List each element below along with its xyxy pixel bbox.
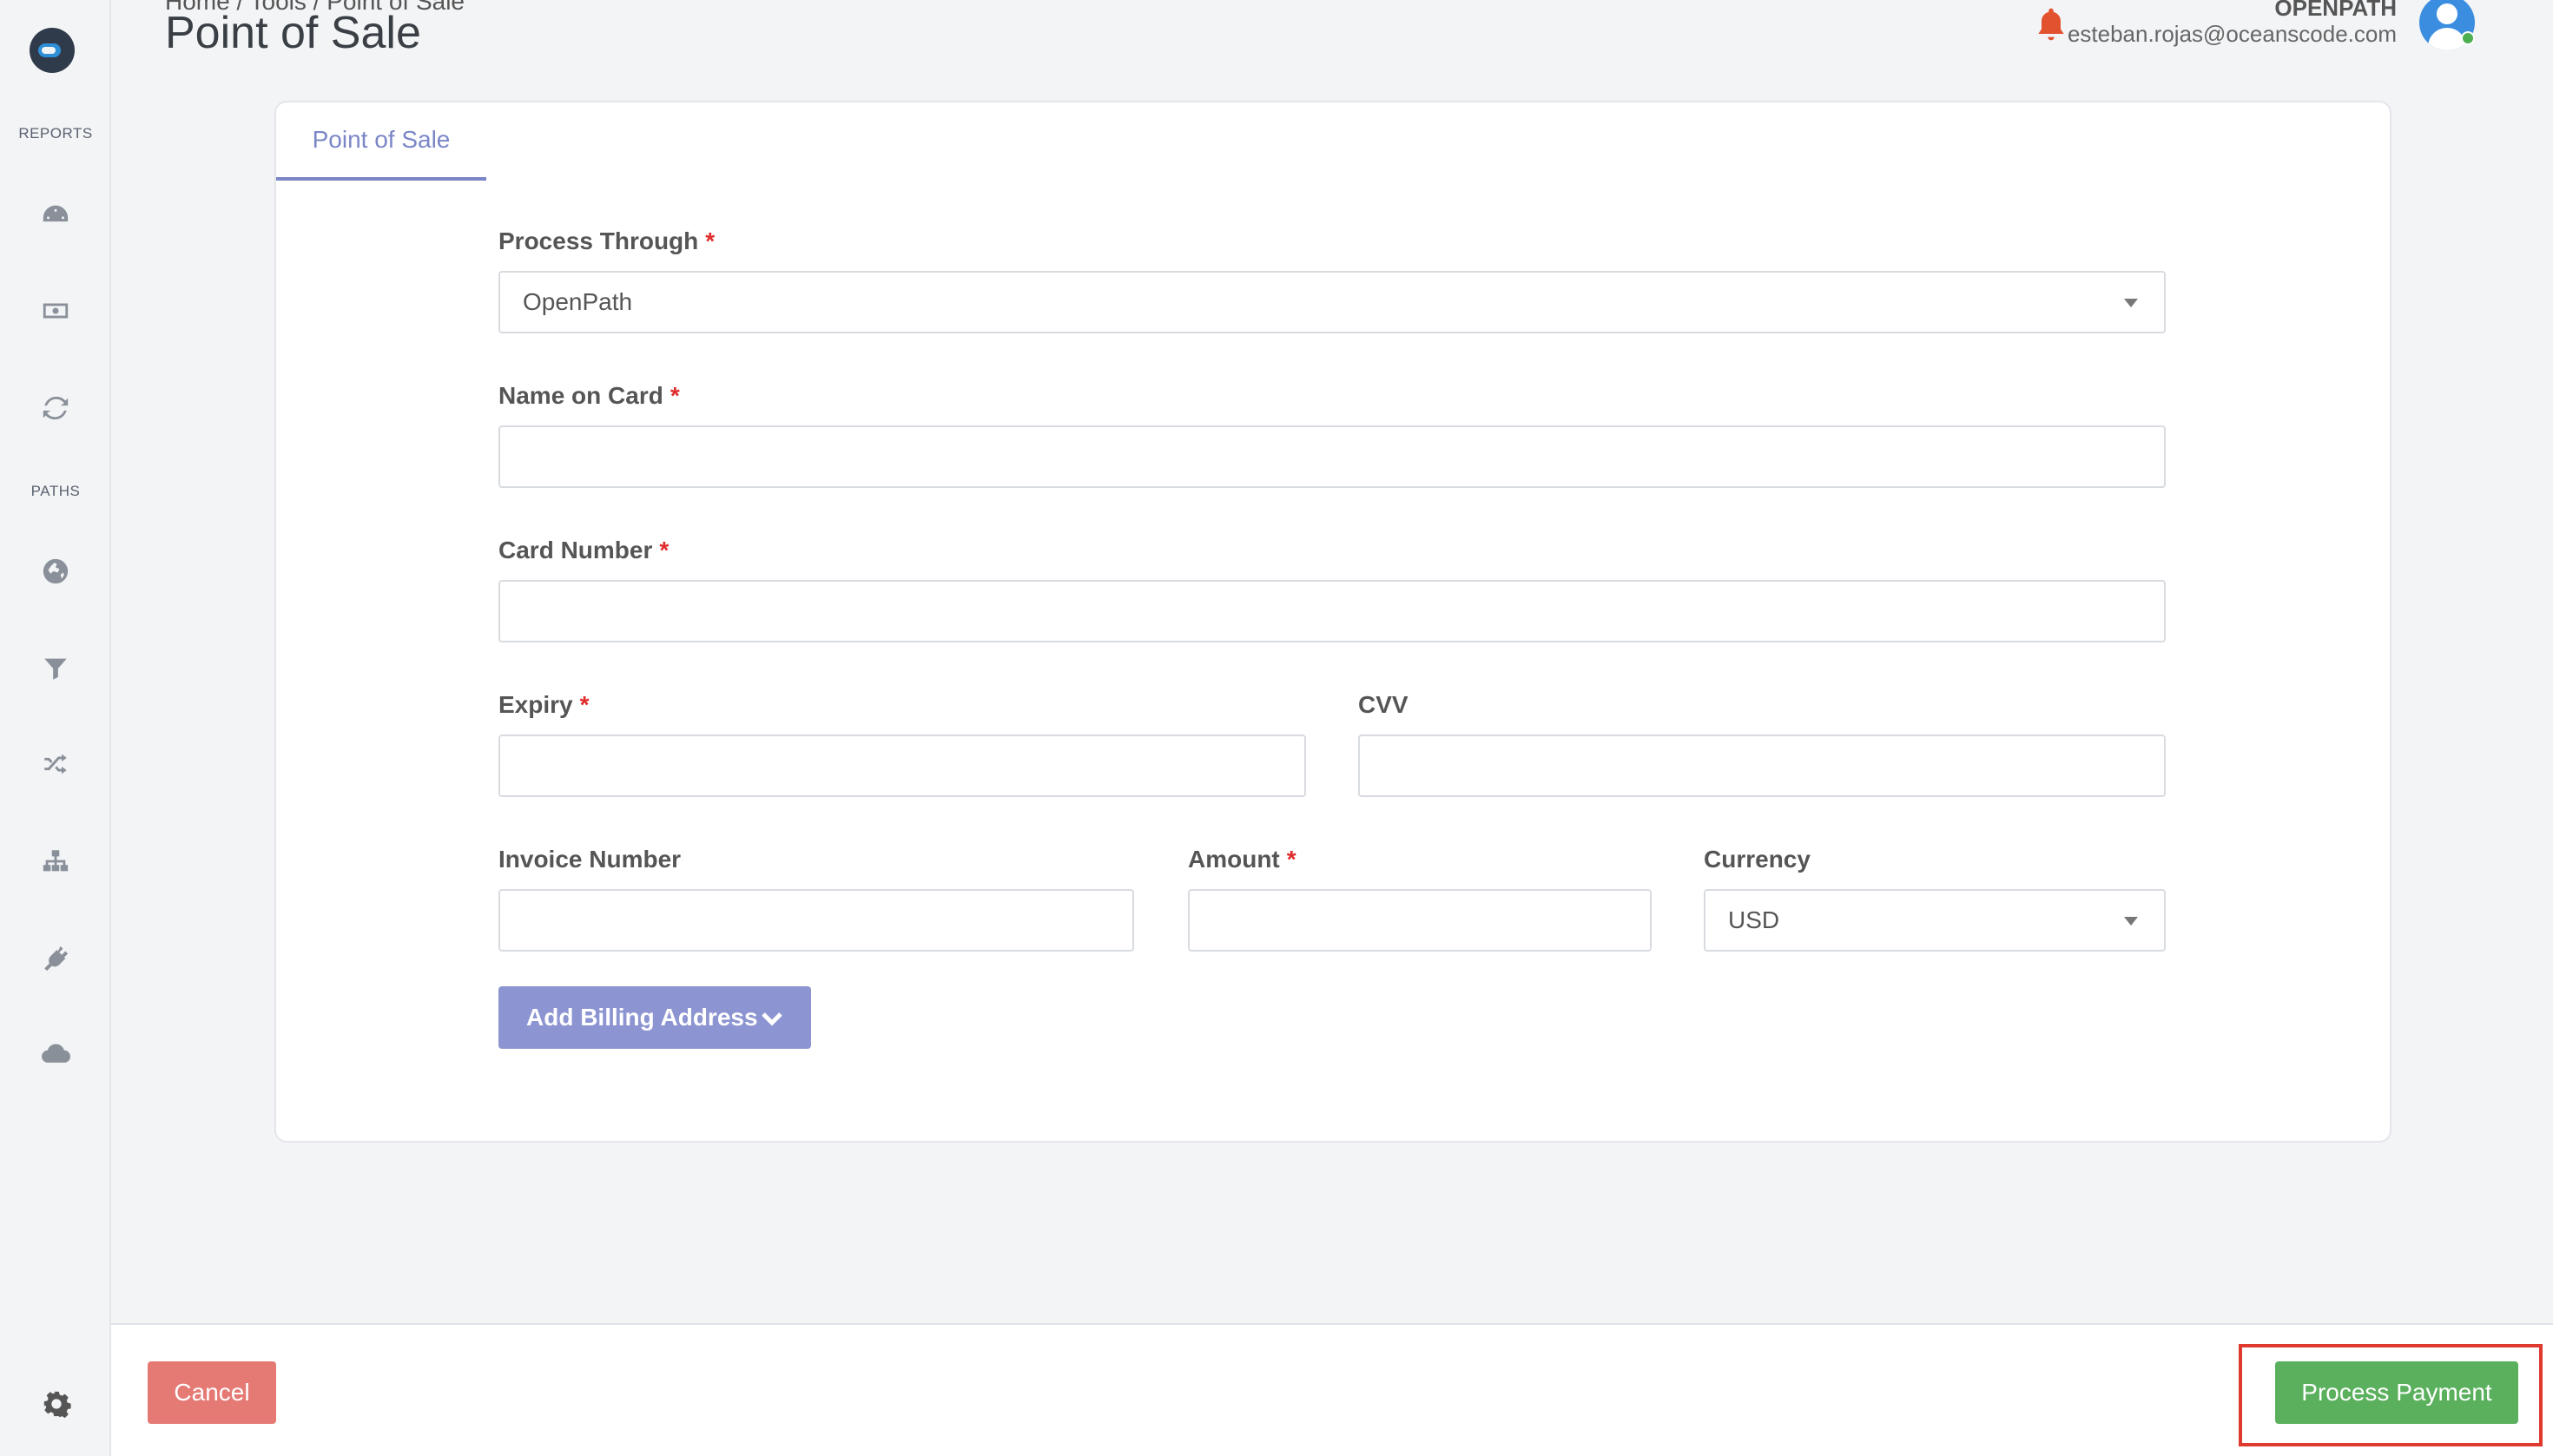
name-on-card-label-text: Name on Card xyxy=(498,382,663,409)
process-through-select[interactable]: OpenPath xyxy=(498,271,2166,333)
dashboard-icon[interactable] xyxy=(35,194,76,236)
chevron-down-icon xyxy=(2124,299,2138,307)
name-on-card-label: Name on Card * xyxy=(498,382,680,410)
add-billing-address-button[interactable]: Add Billing Address xyxy=(498,986,811,1049)
process-payment-button[interactable]: Process Payment xyxy=(2275,1361,2518,1424)
currency-value: USD xyxy=(1728,906,1780,933)
add-billing-address-label: Add Billing Address xyxy=(526,1004,758,1031)
sidebar: REPORTS PATHS xyxy=(0,0,111,1456)
online-status-indicator xyxy=(2461,31,2475,45)
amount-label: Amount * xyxy=(1188,846,1296,873)
chevron-down-icon xyxy=(762,1012,782,1026)
cvv-input[interactable] xyxy=(1358,735,2166,797)
process-through-label-text: Process Through xyxy=(498,227,699,254)
shuffle-icon[interactable] xyxy=(35,743,76,785)
expiry-label: Expiry * xyxy=(498,691,590,719)
sidebar-section-reports: REPORTS xyxy=(18,125,93,142)
required-marker: * xyxy=(670,382,680,409)
currency-label: Currency xyxy=(1704,846,1811,873)
globe-icon[interactable] xyxy=(35,550,76,592)
user-organization: OPENPATH xyxy=(2274,0,2397,21)
chevron-down-icon xyxy=(2124,917,2138,926)
currency-label-text: Currency xyxy=(1704,846,1811,873)
amount-label-text: Amount xyxy=(1188,846,1280,873)
settings-gear-icon[interactable] xyxy=(42,1389,71,1419)
currency-select[interactable]: USD xyxy=(1704,889,2166,952)
required-marker: * xyxy=(659,537,670,563)
invoice-number-label-text: Invoice Number xyxy=(498,846,682,873)
action-footer: Cancel Process Payment xyxy=(111,1323,2553,1456)
expiry-input[interactable] xyxy=(498,735,1306,797)
cvv-label-text: CVV xyxy=(1358,691,1408,718)
process-through-value: OpenPath xyxy=(523,288,633,315)
app-logo[interactable] xyxy=(30,28,75,73)
plug-icon[interactable] xyxy=(35,938,76,979)
process-through-label: Process Through * xyxy=(498,227,715,255)
required-marker: * xyxy=(1286,846,1296,873)
invoice-number-input[interactable] xyxy=(498,889,1134,952)
refresh-icon[interactable] xyxy=(35,387,76,429)
point-of-sale-card: Point of Sale Process Through * OpenPath … xyxy=(274,101,2391,1143)
page-title: Point of Sale xyxy=(165,8,421,58)
card-number-input[interactable] xyxy=(498,580,2166,642)
cloud-icon[interactable] xyxy=(35,1033,76,1075)
filter-icon[interactable] xyxy=(35,648,76,689)
expiry-label-text: Expiry xyxy=(498,691,573,718)
required-marker: * xyxy=(705,227,716,254)
money-icon[interactable] xyxy=(35,290,76,332)
tab-point-of-sale[interactable]: Point of Sale xyxy=(276,102,486,181)
name-on-card-input[interactable] xyxy=(498,425,2166,488)
card-number-label: Card Number * xyxy=(498,537,669,564)
cvv-label: CVV xyxy=(1358,691,1408,719)
invoice-number-label: Invoice Number xyxy=(498,846,681,873)
user-email: esteban.rojas@oceanscode.com xyxy=(2067,21,2397,47)
sitemap-icon[interactable] xyxy=(35,840,76,882)
card-number-label-text: Card Number xyxy=(498,537,653,563)
amount-input[interactable] xyxy=(1188,889,1652,952)
sidebar-section-paths: PATHS xyxy=(30,483,81,499)
required-marker: * xyxy=(579,691,590,718)
cancel-button[interactable]: Cancel xyxy=(148,1361,276,1424)
